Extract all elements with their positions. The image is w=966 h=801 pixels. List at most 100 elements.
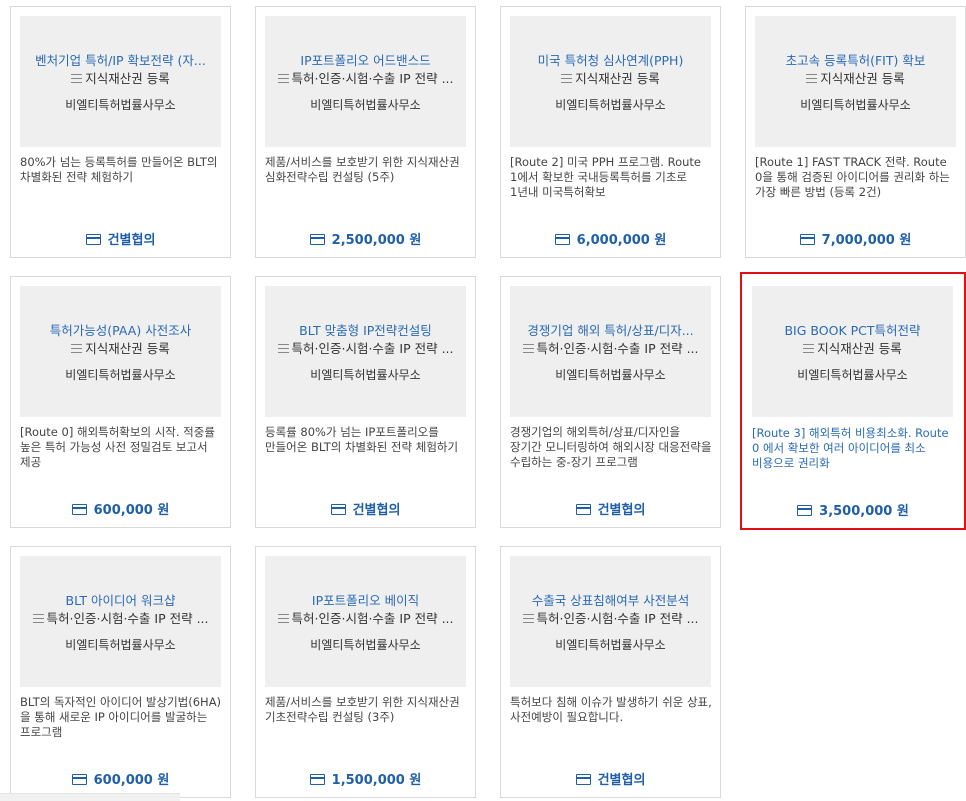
product-price-label: 건별협의	[597, 773, 646, 788]
list-icon	[803, 344, 815, 353]
product-price: 건별협의	[11, 229, 230, 248]
list-icon	[277, 74, 289, 83]
product-description: 특허보다 침해 이슈가 발생하기 쉬운 상표, 사전예방이 필요합니다.	[510, 695, 712, 724]
product-title[interactable]: IP포트폴리오 어드밴스드	[271, 50, 460, 69]
horizontal-scrollbar[interactable]	[0, 793, 180, 801]
credit-card-icon	[799, 234, 815, 245]
product-card[interactable]: 수출국 상표침해여부 사전분석 특허·인증·시험·수출 IP 전략 ... 비엘…	[500, 546, 721, 798]
product-card[interactable]: BLT 맞춤형 IP전략컨설팅 특허·인증·시험·수출 IP 전략 ... 비엘…	[255, 276, 476, 528]
product-card[interactable]: 초고속 등록특허(FIT) 확보 지식재산권 등록 비엘티특허법률사무소 [Ro…	[745, 6, 966, 258]
product-thumbnail[interactable]: 미국 특허청 심사연계(PPH) 지식재산권 등록 비엘티특허법률사무소	[510, 16, 711, 147]
product-thumbnail[interactable]: 초고속 등록특허(FIT) 확보 지식재산권 등록 비엘티특허법률사무소	[755, 16, 956, 147]
product-description: 제품/서비스를 보호받기 위한 지식재산권 심화전략수립 컨설팅 (5주)	[265, 155, 460, 184]
product-price-label: 1,500,000 원	[331, 773, 422, 788]
product-category: 지식재산권 등록	[756, 338, 949, 357]
product-firm: 비엘티특허법률사무소	[310, 98, 421, 112]
list-icon	[561, 74, 573, 83]
product-description: [Route 0] 해외특허확보의 시작. 적중률 높은 특허 가능성 사전 정…	[20, 425, 215, 469]
product-price: 3,500,000 원	[742, 500, 964, 519]
product-firm: 비엘티특허법률사무소	[310, 638, 421, 652]
product-title[interactable]: BIG BOOK PCT특허전략	[758, 320, 947, 339]
product-card[interactable]: 미국 특허청 심사연계(PPH) 지식재산권 등록 비엘티특허법률사무소 [Ro…	[500, 6, 721, 258]
product-price: 6,000,000 원	[501, 229, 720, 248]
product-thumbnail[interactable]: IP포트폴리오 베이직 특허·인증·시험·수출 IP 전략 ... 비엘티특허법…	[265, 556, 466, 687]
product-thumbnail[interactable]: BIG BOOK PCT특허전략 지식재산권 등록 비엘티특허법률사무소	[752, 286, 953, 417]
product-price: 600,000 원	[11, 499, 230, 518]
product-firm: 비엘티특허법률사무소	[800, 98, 911, 112]
product-category-label: 지식재산권 등록	[820, 71, 905, 86]
product-firm: 비엘티특허법률사무소	[65, 368, 176, 382]
product-card[interactable]: IP포트폴리오 베이직 특허·인증·시험·수출 IP 전략 ... 비엘티특허법…	[255, 546, 476, 798]
list-icon	[277, 614, 289, 623]
product-firm: 비엘티특허법률사무소	[797, 368, 908, 382]
product-title[interactable]: BLT 아이디어 워크샵	[26, 590, 215, 609]
product-card[interactable]: BLT 아이디어 워크샵 특허·인증·시험·수출 IP 전략 ... 비엘티특허…	[10, 546, 231, 798]
list-icon	[522, 344, 534, 353]
product-category-label: 지식재산권 등록	[817, 341, 902, 356]
product-category-label: 지식재산권 등록	[85, 71, 170, 86]
product-price-label: 3,500,000 원	[819, 504, 909, 519]
product-price-label: 600,000 원	[93, 773, 170, 788]
product-category: 지식재산권 등록	[24, 338, 217, 357]
product-firm: 비엘티특허법률사무소	[555, 638, 666, 652]
product-firm: 비엘티특허법률사무소	[555, 98, 666, 112]
list-icon	[71, 74, 83, 83]
product-price-label: 6,000,000 원	[576, 233, 667, 248]
product-price-label: 7,000,000 원	[821, 233, 912, 248]
product-card[interactable]: 경쟁기업 해외 특허/상표/디자... 특허·인증·시험·수출 IP 전략 ..…	[500, 276, 721, 528]
product-price: 7,000,000 원	[746, 229, 965, 248]
product-description: [Route 1] FAST TRACK 전략. Route 0을 통해 검증된…	[755, 155, 950, 199]
credit-card-icon	[797, 505, 813, 516]
product-price: 건별협의	[256, 499, 475, 518]
product-card[interactable]: 벤처기업 특허/IP 확보전략 (자... 지식재산권 등록 비엘티특허법률사무…	[10, 6, 231, 258]
product-description: 등록률 80%가 넘는 IP포트폴리오를 만들어온 BLT의 차별화된 전략 체…	[265, 425, 459, 454]
product-firm: 비엘티특허법률사무소	[310, 368, 421, 382]
credit-card-icon	[71, 504, 87, 515]
product-title[interactable]: IP포트폴리오 베이직	[271, 590, 460, 609]
product-category: 특허·인증·시험·수출 IP 전략 ...	[269, 338, 462, 357]
product-category-label: 특허·인증·시험·수출 IP 전략 ...	[291, 71, 454, 86]
product-description: 경쟁기업의 해외특허/상표/디자인을 장기간 모니터링하여 해외시장 대응전략을…	[510, 425, 712, 469]
product-category: 특허·인증·시험·수출 IP 전략 ...	[269, 68, 462, 87]
product-description: 제품/서비스를 보호받기 위한 지식재산권 기초전략수립 컨설팅 (3주)	[265, 695, 460, 724]
product-category-label: 특허·인증·시험·수출 IP 전략 ...	[46, 611, 209, 626]
list-icon	[32, 614, 44, 623]
product-price-label: 2,500,000 원	[331, 233, 422, 248]
product-title[interactable]: 미국 특허청 심사연계(PPH)	[516, 50, 705, 69]
product-firm: 비엘티특허법률사무소	[65, 638, 176, 652]
product-card[interactable]: IP포트폴리오 어드밴스드 특허·인증·시험·수출 IP 전략 ... 비엘티특…	[255, 6, 476, 258]
product-price-label: 건별협의	[597, 503, 646, 518]
product-title[interactable]: 특허가능성(PAA) 사전조사	[26, 320, 215, 339]
product-thumbnail[interactable]: 벤처기업 특허/IP 확보전략 (자... 지식재산권 등록 비엘티특허법률사무…	[20, 16, 221, 147]
product-card[interactable]: 특허가능성(PAA) 사전조사 지식재산권 등록 비엘티특허법률사무소 [Rou…	[10, 276, 231, 528]
list-icon	[522, 614, 534, 623]
product-title[interactable]: 경쟁기업 해외 특허/상표/디자...	[516, 320, 705, 339]
product-thumbnail[interactable]: 수출국 상표침해여부 사전분석 특허·인증·시험·수출 IP 전략 ... 비엘…	[510, 556, 711, 687]
product-title[interactable]: 벤처기업 특허/IP 확보전략 (자...	[26, 50, 215, 69]
product-price: 건별협의	[501, 499, 720, 518]
list-icon	[806, 74, 818, 83]
product-category: 특허·인증·시험·수출 IP 전략 ...	[24, 608, 217, 627]
product-description: BLT의 독자적인 아이디어 발상기법(6HA)을 통해 새로운 IP 아이디어…	[20, 695, 222, 739]
product-grid: 벤처기업 특허/IP 확보전략 (자... 지식재산권 등록 비엘티특허법률사무…	[5, 6, 966, 801]
product-thumbnail[interactable]: BLT 아이디어 워크샵 특허·인증·시험·수출 IP 전략 ... 비엘티특허…	[20, 556, 221, 687]
product-card-selected[interactable]: BIG BOOK PCT특허전략 지식재산권 등록 비엘티특허법률사무소 [Ro…	[740, 272, 966, 530]
product-category-label: 지식재산권 등록	[575, 71, 660, 86]
product-description: [Route 2] 미국 PPH 프로그램. Route 1에서 확보한 국내등…	[510, 155, 701, 199]
product-price: 600,000 원	[11, 769, 230, 788]
credit-card-icon	[309, 774, 325, 785]
product-thumbnail[interactable]: IP포트폴리오 어드밴스드 특허·인증·시험·수출 IP 전략 ... 비엘티특…	[265, 16, 466, 147]
product-title[interactable]: 초고속 등록특허(FIT) 확보	[761, 50, 950, 69]
product-title[interactable]: BLT 맞춤형 IP전략컨설팅	[271, 320, 460, 339]
product-thumbnail[interactable]: 경쟁기업 해외 특허/상표/디자... 특허·인증·시험·수출 IP 전략 ..…	[510, 286, 711, 417]
product-firm: 비엘티특허법률사무소	[65, 98, 176, 112]
product-firm: 비엘티특허법률사무소	[555, 368, 666, 382]
product-thumbnail[interactable]: BLT 맞춤형 IP전략컨설팅 특허·인증·시험·수출 IP 전략 ... 비엘…	[265, 286, 466, 417]
product-price-label: 건별협의	[107, 233, 156, 248]
product-category: 지식재산권 등록	[514, 68, 707, 87]
product-category-label: 특허·인증·시험·수출 IP 전략 ...	[291, 341, 454, 356]
product-title[interactable]: 수출국 상표침해여부 사전분석	[516, 590, 705, 609]
product-category: 특허·인증·시험·수출 IP 전략 ...	[269, 608, 462, 627]
product-thumbnail[interactable]: 특허가능성(PAA) 사전조사 지식재산권 등록 비엘티특허법률사무소	[20, 286, 221, 417]
product-price: 건별협의	[501, 769, 720, 788]
